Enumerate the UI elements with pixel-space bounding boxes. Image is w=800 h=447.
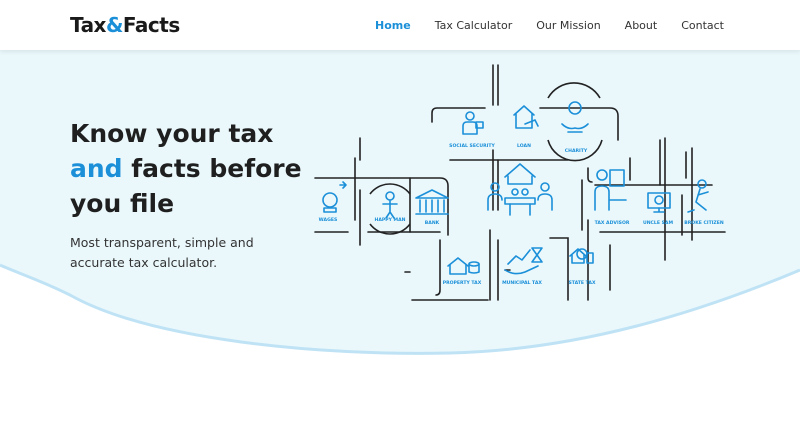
brand-logo[interactable]: Tax&Facts	[70, 13, 180, 37]
brand-logo-part1: Tax	[70, 13, 106, 37]
label-uncle-sam: UNCLE SAM	[643, 220, 673, 226]
hero-title-rest: facts before	[122, 154, 302, 183]
label-wages: WAGES	[319, 217, 338, 223]
hero-subtitle-line1: Most transparent, simple and	[70, 235, 254, 250]
nav-about[interactable]: About	[625, 19, 658, 32]
label-charity: CHARITY	[565, 148, 588, 154]
hero-subtitle: Most transparent, simple and accurate ta…	[70, 233, 320, 273]
nav-our-mission[interactable]: Our Mission	[536, 19, 600, 32]
label-broke-citizen: BROKE CITIZEN	[684, 220, 724, 226]
label-municipal-tax: MUNICIPAL TAX	[502, 280, 542, 286]
label-bank: BANK	[425, 220, 440, 226]
hero-title-line1: Know your tax	[70, 119, 274, 148]
icon-group	[322, 101, 709, 275]
main-nav: Home Tax Calculator Our Mission About Co…	[375, 0, 724, 50]
brand-logo-part2: Facts	[122, 13, 180, 37]
label-social-security: SOCIAL SECURITY	[449, 143, 495, 149]
hero-title-highlight: and	[70, 154, 123, 183]
label-state-tax: STATE TAX	[568, 280, 595, 286]
bank-icon	[415, 189, 449, 215]
tax-advisor-icon	[594, 169, 627, 211]
nav-contact[interactable]: Contact	[681, 19, 724, 32]
loan-icon	[513, 105, 539, 129]
wages-icon	[322, 181, 347, 213]
property-tax-icon	[447, 257, 480, 275]
state-tax-icon	[569, 248, 594, 264]
page: Tax&Facts Home Tax Calculator Our Missio…	[0, 0, 800, 447]
site-header: Tax&Facts Home Tax Calculator Our Missio…	[0, 0, 800, 50]
brand-logo-ampersand: &	[105, 13, 123, 37]
uncle-sam-icon	[647, 192, 671, 213]
label-property-tax: PROPERTY TAX	[443, 280, 482, 286]
hero-subtitle-line2: accurate tax calculator.	[70, 255, 218, 270]
hero-title-line3: you file	[70, 189, 175, 218]
happy-man-icon	[382, 191, 398, 219]
tax-illustration: SOCIAL SECURITY LOAN CHARITY WAGES HAPPY…	[314, 64, 726, 301]
label-tax-advisor: TAX ADVISOR	[595, 220, 630, 226]
connector-lines	[314, 64, 726, 301]
hero-title: Know your tax and facts before you file	[70, 116, 320, 221]
nav-tax-calculator[interactable]: Tax Calculator	[435, 19, 513, 32]
social-security-icon	[462, 111, 484, 135]
label-loan: LOAN	[517, 143, 531, 149]
hero-text: Know your tax and facts before you file …	[70, 116, 320, 273]
label-happy-man: HAPPY MAN	[374, 217, 405, 223]
charity-icon	[561, 101, 589, 133]
nav-home[interactable]: Home	[375, 19, 411, 32]
